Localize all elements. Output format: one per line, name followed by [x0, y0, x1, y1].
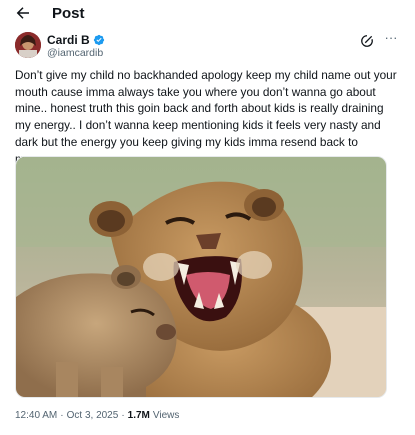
more-icon[interactable]: ···: [382, 31, 400, 48]
header-bar: Post: [0, 0, 415, 26]
avatar[interactable]: [15, 32, 41, 58]
arrow-left-icon[interactable]: [14, 4, 32, 22]
display-name[interactable]: Cardi B: [47, 33, 90, 47]
meta-separator: ·: [60, 410, 64, 421]
handle[interactable]: @iamcardib: [47, 47, 103, 59]
grok-icon[interactable]: [360, 34, 374, 48]
views-count: 1.7M: [127, 410, 150, 421]
tweet-media-image[interactable]: [15, 156, 387, 398]
views-label: Views: [152, 410, 180, 421]
tweet-meta: 12:40 AM · Oct 3, 2025 · 1.7M Views: [15, 410, 179, 421]
meta-separator: ·: [121, 410, 125, 421]
page-title: Post: [52, 5, 85, 22]
tweet-text: Don’t give my child no backhanded apolog…: [15, 68, 397, 166]
verified-badge-icon: [93, 34, 104, 46]
author-block: Cardi B @iamcardib ···: [15, 31, 400, 62]
tweet-date[interactable]: Oct 3, 2025: [67, 410, 119, 421]
display-name-row: Cardi B: [47, 33, 105, 47]
tweet-time[interactable]: 12:40 AM: [15, 410, 57, 421]
